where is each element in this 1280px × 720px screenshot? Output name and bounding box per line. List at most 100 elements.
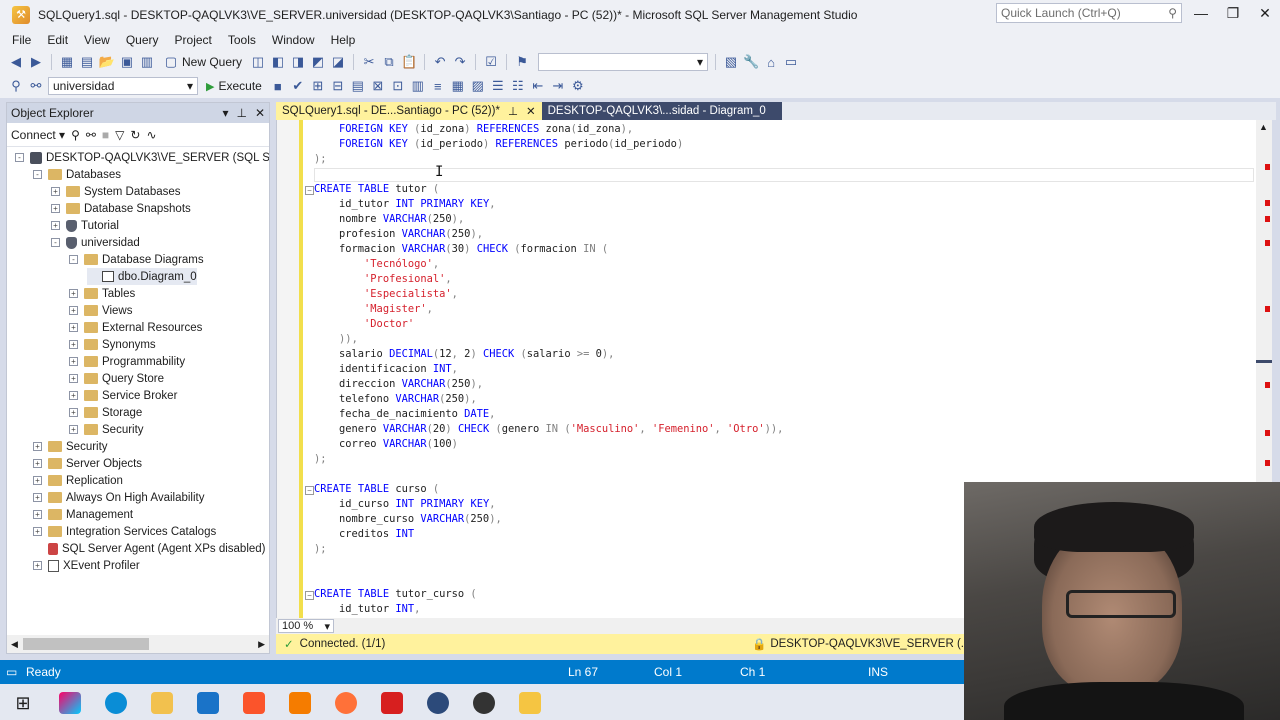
acrobat-icon[interactable] — [381, 692, 403, 714]
registered-servers-icon[interactable]: ▧ — [723, 54, 739, 70]
scroll-left-icon[interactable]: ◀ — [11, 639, 18, 650]
results-icon[interactable]: ▤ — [350, 78, 366, 94]
database-select[interactable]: universidad ▾ — [48, 77, 198, 95]
menu-query[interactable]: Query — [118, 33, 167, 47]
dropdown-icon[interactable]: ▾ — [222, 106, 228, 120]
close-button[interactable]: ✕ — [1250, 5, 1280, 22]
close-icon[interactable]: ✕ — [255, 106, 265, 120]
include-plan-icon[interactable]: ⊠ — [370, 78, 386, 94]
tree-node[interactable]: + Views — [69, 302, 132, 319]
xmla-query-icon[interactable]: ◩ — [310, 54, 326, 70]
code-line[interactable]: nombre_curso VARCHAR(250), — [314, 513, 502, 528]
tree-node[interactable]: + Service Broker — [69, 387, 177, 404]
expand-icon[interactable]: + — [69, 323, 78, 332]
dax-query-icon[interactable]: ◪ — [330, 54, 346, 70]
tree-node[interactable]: + External Resources — [69, 319, 202, 336]
save-all-icon[interactable]: ▥ — [139, 54, 155, 70]
decrease-indent-icon[interactable]: ⇤ — [530, 78, 546, 94]
code-line[interactable]: id_tutor INT, — [314, 603, 420, 618]
change-connection-icon[interactable]: ⚯ — [28, 78, 44, 94]
tree-node[interactable]: + Server Objects — [33, 455, 142, 472]
menu-window[interactable]: Window — [264, 33, 323, 47]
code-line[interactable]: 'Magister', — [314, 303, 433, 318]
new-project-icon[interactable]: ▦ — [59, 54, 75, 70]
expand-icon[interactable]: + — [69, 289, 78, 298]
expand-icon[interactable]: + — [69, 408, 78, 417]
tree-node[interactable]: + System Databases — [51, 183, 181, 200]
back-icon[interactable]: ◀ — [8, 54, 24, 70]
activity-icon[interactable]: ∿ — [146, 128, 156, 142]
code-line[interactable]: correo VARCHAR(100) — [314, 438, 458, 453]
expand-icon[interactable]: + — [33, 442, 42, 451]
copilot-icon[interactable] — [59, 692, 81, 714]
tree-node[interactable]: + Storage — [69, 404, 142, 421]
find-combo[interactable]: ▾ — [538, 53, 709, 71]
code-line[interactable]: ); — [314, 453, 327, 468]
expand-icon[interactable]: + — [69, 425, 78, 434]
parse-check-icon[interactable]: ✔ — [290, 78, 306, 94]
increase-indent-icon[interactable]: ⇥ — [550, 78, 566, 94]
execute-button[interactable]: ▶ Execute — [202, 79, 266, 93]
edge-icon[interactable] — [105, 692, 127, 714]
code-line[interactable]: CREATE TABLE tutor ( — [314, 183, 439, 198]
collapse-icon[interactable]: - — [69, 255, 78, 264]
undo-icon[interactable]: ↶ — [432, 54, 448, 70]
expand-icon[interactable]: + — [33, 510, 42, 519]
redo-icon[interactable]: ↷ — [452, 54, 468, 70]
code-line[interactable]: nombre VARCHAR(250), — [314, 213, 464, 228]
obs-icon[interactable] — [473, 692, 495, 714]
save-icon[interactable]: ▣ — [119, 54, 135, 70]
tree-node[interactable]: + Replication — [33, 472, 123, 489]
tree-node[interactable]: + Database Snapshots — [51, 200, 191, 217]
code-line[interactable]: 'Profesional', — [314, 273, 452, 288]
expand-icon[interactable]: + — [33, 476, 42, 485]
tree-node[interactable]: dbo.Diagram_0 — [87, 268, 197, 285]
refresh-icon[interactable]: ↻ — [130, 128, 140, 142]
properties-icon[interactable]: 🔧 — [743, 54, 759, 70]
tree-node[interactable]: + Synonyms — [69, 336, 156, 353]
tree-node[interactable]: SQL Server Agent (Agent XPs disabled) — [33, 540, 266, 557]
code-line[interactable]: 'Especialista', — [314, 288, 458, 303]
tree-node[interactable]: - Databases — [33, 166, 121, 183]
code-line[interactable]: ); — [314, 543, 327, 558]
code-line[interactable]: identificacion INT, — [314, 363, 458, 378]
connect-icon[interactable]: ⚲ — [8, 78, 24, 94]
firefox-icon[interactable] — [335, 692, 357, 714]
code-line[interactable]: creditos INT — [314, 528, 414, 543]
tree-node[interactable]: + Security — [69, 421, 144, 438]
menu-file[interactable]: File — [4, 33, 39, 47]
solution-config-icon[interactable]: ☑ — [483, 54, 499, 70]
expand-icon[interactable]: + — [69, 374, 78, 383]
scroll-up-icon[interactable]: ▲ — [1259, 122, 1268, 132]
code-line[interactable]: id_curso INT PRIMARY KEY, — [314, 498, 495, 513]
tree-node[interactable]: + Security — [33, 438, 108, 455]
tree-node[interactable]: + Tables — [69, 285, 135, 302]
expand-icon[interactable]: + — [51, 204, 60, 213]
connect-plug-icon[interactable]: ⚲ — [71, 128, 80, 142]
code-line[interactable]: CREATE TABLE tutor_curso ( — [314, 588, 477, 603]
tree-node[interactable]: + Integration Services Catalogs — [33, 523, 216, 540]
forward-icon[interactable]: ▶ — [28, 54, 44, 70]
code-line[interactable]: FOREIGN KEY (id_zona) REFERENCES zona(id… — [314, 123, 633, 138]
pin-icon[interactable]: ⊥ — [508, 104, 518, 118]
mdx-query-icon[interactable]: ◧ — [270, 54, 286, 70]
sublime-icon[interactable] — [289, 692, 311, 714]
tab-diagram[interactable]: DESKTOP-QAQLVK3\...sidad - Diagram_0 — [541, 102, 782, 120]
menu-edit[interactable]: Edit — [39, 33, 76, 47]
add-item-icon[interactable]: ▤ — [79, 54, 95, 70]
paste-icon[interactable]: 📋 — [401, 54, 417, 70]
expand-icon[interactable]: + — [69, 391, 78, 400]
cut-icon[interactable]: ✂ — [361, 54, 377, 70]
expand-icon[interactable]: + — [33, 493, 42, 502]
expand-icon[interactable]: + — [69, 306, 78, 315]
ssms-taskbar-icon[interactable] — [519, 692, 541, 714]
dmx-query-icon[interactable]: ◨ — [290, 54, 306, 70]
horizontal-scrollbar[interactable]: ◀ ▶ — [7, 635, 269, 653]
fold-collapse-icon[interactable]: − — [305, 486, 314, 495]
code-line[interactable]: direccion VARCHAR(250), — [314, 378, 483, 393]
menu-project[interactable]: Project — [167, 33, 220, 47]
connect-button[interactable]: Connect ▾ — [11, 128, 65, 142]
code-line[interactable]: id_tutor INT PRIMARY KEY, — [314, 198, 495, 213]
code-line[interactable]: formacion VARCHAR(30) CHECK (formacion I… — [314, 243, 608, 258]
copy-icon[interactable]: ⧉ — [381, 54, 397, 70]
